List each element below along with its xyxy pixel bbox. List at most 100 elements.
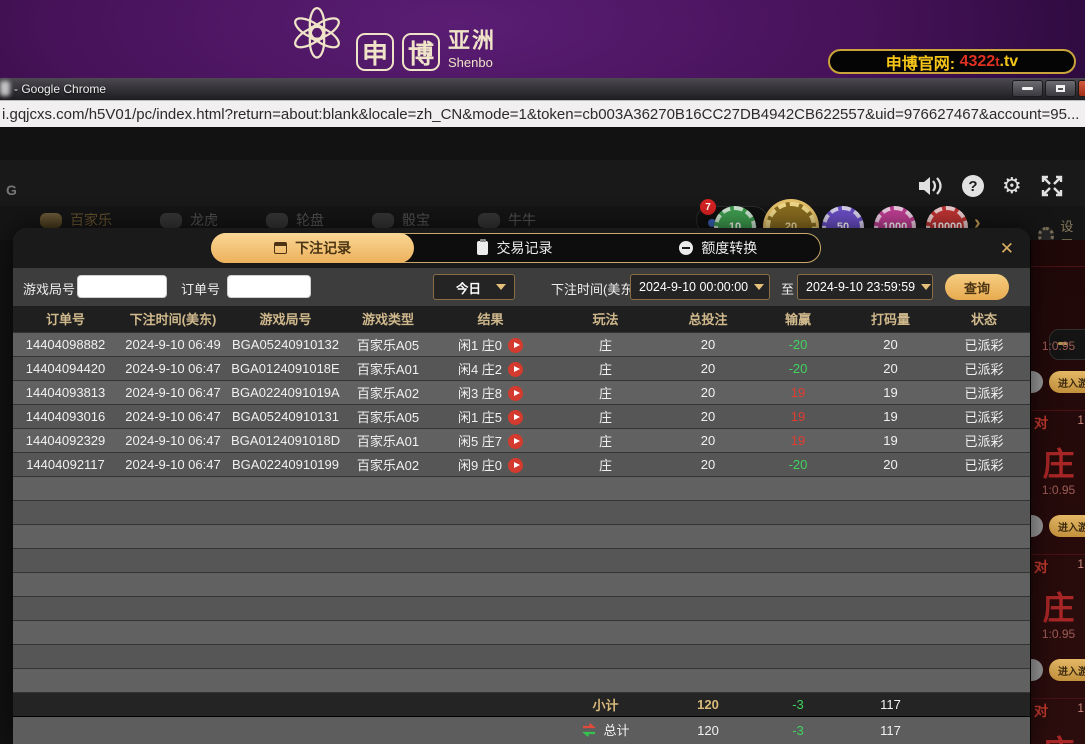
fullscreen-icon[interactable] bbox=[1040, 174, 1064, 198]
pair-odds-fragment: 1 bbox=[1077, 701, 1084, 715]
result-text: 闲1 庄0 bbox=[457, 337, 503, 353]
cell: 14404092329 bbox=[13, 428, 118, 453]
tab-label: 下注记录 bbox=[295, 240, 352, 256]
empty-cell bbox=[938, 668, 1030, 693]
game-category-icon bbox=[266, 212, 288, 228]
empty-row bbox=[13, 668, 1030, 693]
tab-transaction-records[interactable]: 交易记录 bbox=[413, 234, 616, 262]
empty-cell bbox=[938, 500, 1030, 525]
empty-row bbox=[13, 500, 1030, 525]
empty-cell bbox=[228, 476, 343, 501]
date-from-dropdown[interactable]: 2024-9-10 00:00:00 bbox=[630, 274, 770, 300]
play-video-icon[interactable] bbox=[508, 409, 524, 425]
empty-cell bbox=[433, 644, 548, 669]
cell: 19 bbox=[843, 404, 938, 429]
enter-game-button[interactable]: 进入游 bbox=[1049, 515, 1085, 537]
maximize-button[interactable] bbox=[1045, 80, 1076, 97]
url-text: i.gqjcxs.com/h5V01/pc/index.html?return=… bbox=[2, 105, 1080, 123]
empty-cell bbox=[843, 644, 938, 669]
nav-item-骰宝[interactable]: 骰宝 bbox=[372, 210, 430, 230]
banker-bet-label[interactable]: 庄 bbox=[1031, 583, 1085, 629]
empty-cell bbox=[663, 524, 753, 549]
play-video-icon[interactable] bbox=[508, 433, 524, 449]
play-video-icon[interactable] bbox=[508, 361, 524, 377]
address-bar[interactable]: i.gqjcxs.com/h5V01/pc/index.html?return=… bbox=[0, 100, 1085, 129]
cell: 20 bbox=[663, 356, 753, 381]
nav-item-轮盘[interactable]: 轮盘 bbox=[266, 210, 324, 230]
nav-item-龙虎[interactable]: 龙虎 bbox=[160, 210, 218, 230]
baccarat-tile[interactable]: 庄1:0.95进入游 bbox=[1031, 266, 1085, 410]
empty-cell bbox=[938, 476, 1030, 501]
close-modal-button[interactable]: ✕ bbox=[1000, 239, 1014, 259]
nav-item-牛牛[interactable]: 牛牛 bbox=[478, 210, 536, 230]
play-video-icon[interactable] bbox=[508, 385, 524, 401]
total-total-bet: 120 bbox=[663, 716, 753, 744]
enter-game-button[interactable]: 进入游 bbox=[1049, 659, 1085, 681]
tab-bet-records[interactable]: 下注记录 bbox=[211, 233, 415, 263]
volume-icon[interactable] bbox=[918, 175, 944, 197]
banker-odds: 1:0.95 bbox=[1041, 483, 1076, 497]
empty-cell bbox=[663, 476, 753, 501]
order-no-input[interactable] bbox=[227, 275, 311, 298]
play-video-icon[interactable] bbox=[508, 457, 524, 473]
nav-item-百家乐[interactable]: 百家乐 bbox=[40, 210, 112, 230]
secondary-button[interactable] bbox=[1031, 659, 1043, 681]
date-preset-dropdown[interactable]: 今日 bbox=[433, 274, 515, 300]
secondary-button[interactable] bbox=[1031, 515, 1043, 537]
empty-cell bbox=[843, 572, 938, 597]
empty-cell bbox=[343, 476, 433, 501]
cell: 2024-9-10 06:47 bbox=[118, 380, 228, 405]
pair-bet-label: 对 bbox=[1034, 415, 1048, 431]
cell: BGA0124091018D bbox=[228, 428, 343, 453]
banker-bet-label[interactable]: 庄 bbox=[1031, 439, 1085, 485]
empty-cell bbox=[753, 620, 843, 645]
empty-cell bbox=[753, 644, 843, 669]
close-window-button[interactable] bbox=[1078, 80, 1085, 97]
baccarat-tile[interactable]: 对1庄1:0.95进入游 bbox=[1031, 554, 1085, 698]
help-icon[interactable]: ? bbox=[962, 175, 984, 197]
empty-row bbox=[13, 620, 1030, 645]
gear-icon[interactable]: ⚙ bbox=[1002, 175, 1022, 197]
result-text: 闲4 庄2 bbox=[457, 361, 503, 377]
cell: 20 bbox=[663, 380, 753, 405]
empty-cell bbox=[753, 572, 843, 597]
column-header: 下注时间(美东) bbox=[118, 306, 228, 333]
empty-cell bbox=[343, 644, 433, 669]
refresh-swap-icon[interactable] bbox=[581, 722, 597, 737]
result-text: 闲5 庄7 bbox=[457, 433, 503, 449]
empty-cell bbox=[433, 548, 548, 573]
cell: 20 bbox=[663, 452, 753, 477]
search-button[interactable]: 查询 bbox=[945, 274, 1009, 300]
empty-cell bbox=[118, 500, 228, 525]
empty-cell bbox=[118, 668, 228, 693]
empty-row bbox=[13, 596, 1030, 621]
empty-cell bbox=[118, 620, 228, 645]
game-round-input[interactable] bbox=[77, 275, 167, 298]
result-text: 闲9 庄0 bbox=[457, 457, 503, 473]
date-to-value: 2024-9-10 23:59:59 bbox=[806, 280, 916, 294]
nav-item-label: 骰宝 bbox=[402, 212, 430, 228]
cell: 2024-9-10 06:47 bbox=[118, 404, 228, 429]
tab-credit-transfer[interactable]: 额度转换 bbox=[617, 234, 820, 262]
secondary-button[interactable] bbox=[1031, 371, 1043, 393]
banker-bet-label[interactable]: 庄 bbox=[1031, 727, 1085, 744]
date-preset-value: 今日 bbox=[456, 281, 482, 296]
empty-cell bbox=[433, 500, 548, 525]
enter-game-button[interactable]: 进入游 bbox=[1049, 371, 1085, 393]
empty-cell bbox=[663, 548, 753, 573]
cell: BGA02240910199 bbox=[228, 452, 343, 477]
play-video-icon[interactable] bbox=[508, 337, 524, 353]
baccarat-tile[interactable]: 对1庄1:0.95进入游 bbox=[1031, 698, 1085, 744]
empty-cell bbox=[343, 500, 433, 525]
cell: 百家乐A02 bbox=[343, 452, 433, 477]
empty-cell bbox=[228, 524, 343, 549]
empty-cell bbox=[118, 644, 228, 669]
date-to-dropdown[interactable]: 2024-9-10 23:59:59 bbox=[797, 274, 933, 300]
minimize-button[interactable] bbox=[1012, 80, 1043, 97]
baccarat-tile[interactable]: 对1庄1:0.95进入游 bbox=[1031, 410, 1085, 554]
game-category-icon bbox=[478, 212, 500, 228]
game-category-icon bbox=[160, 212, 182, 228]
tab-label: 额度转换 bbox=[701, 240, 758, 256]
result-cell: 闲3 庄8 bbox=[433, 380, 548, 405]
cell: 庄 bbox=[548, 332, 663, 357]
